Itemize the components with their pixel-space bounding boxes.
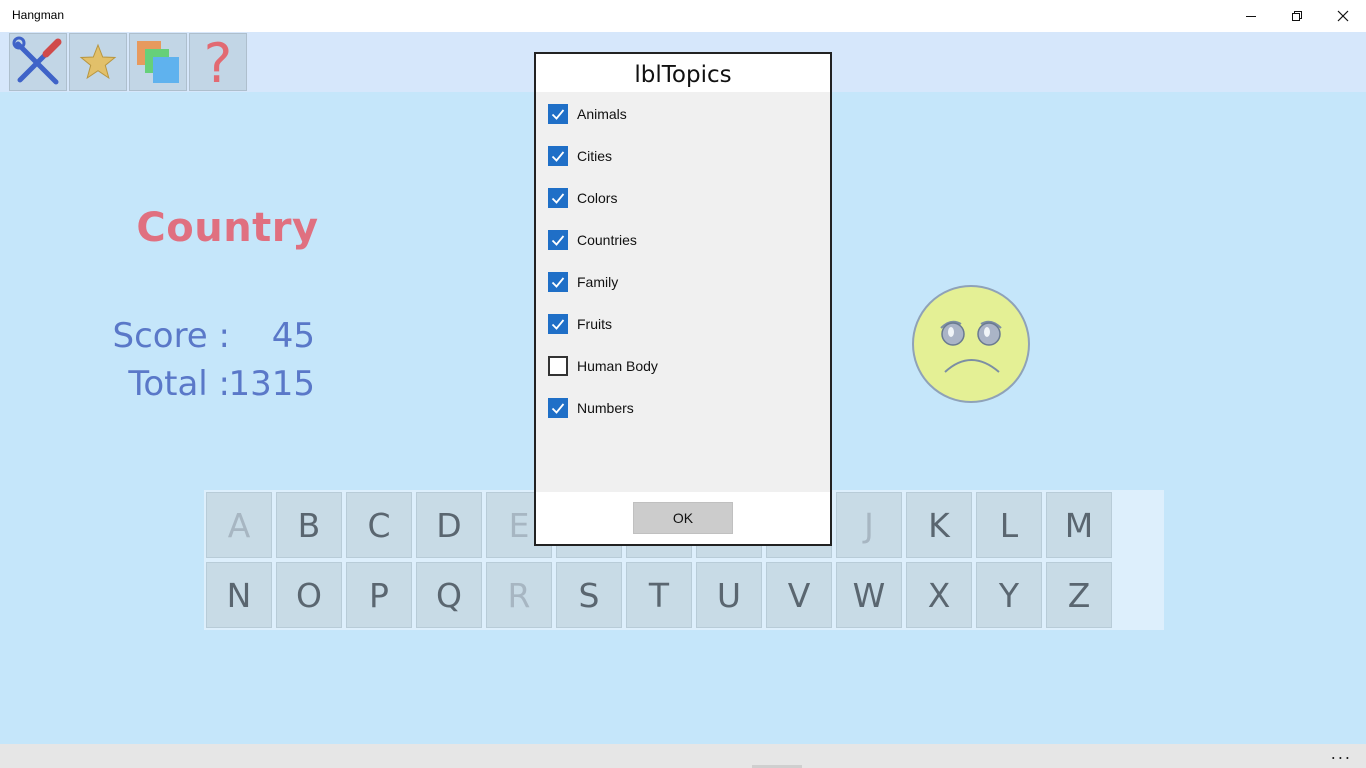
key-y[interactable]: Y	[976, 562, 1042, 628]
key-q[interactable]: Q	[416, 562, 482, 628]
minimize-button[interactable]	[1228, 0, 1274, 32]
app-bar: ...	[0, 744, 1366, 768]
key-w[interactable]: W	[836, 562, 902, 628]
topic-word: Country	[136, 205, 319, 251]
key-d[interactable]: D	[416, 492, 482, 558]
topic-checkbox-fruits[interactable]: Fruits	[548, 312, 612, 336]
total-label: Total :	[128, 364, 230, 404]
settings-tools-icon	[12, 36, 62, 85]
topics-squares-icon	[137, 41, 179, 83]
more-options-button[interactable]: ...	[1331, 744, 1352, 763]
key-z[interactable]: Z	[1046, 562, 1112, 628]
checkmark-icon[interactable]	[548, 104, 568, 124]
topics-dialog: lblTopics Animals Cities Colors Countries Fa…	[534, 52, 832, 546]
score-label: Score :	[112, 316, 231, 356]
ok-button[interactable]: OK	[633, 502, 733, 534]
key-l[interactable]: L	[976, 492, 1042, 558]
checkmark-icon[interactable]	[548, 230, 568, 250]
key-c[interactable]: C	[346, 492, 412, 558]
key-r[interactable]: R	[486, 562, 552, 628]
topics-list: Animals Cities Colors Countries Family Fruits…	[536, 92, 830, 492]
topics-button[interactable]	[129, 33, 187, 91]
close-button[interactable]	[1320, 0, 1366, 32]
topic-label: Numbers	[577, 400, 634, 416]
key-a[interactable]: A	[206, 492, 272, 558]
topic-label: Human Body	[577, 358, 658, 374]
window-title: Hangman	[12, 8, 65, 22]
svg-text:?: ?	[204, 34, 233, 90]
topic-label: Fruits	[577, 316, 612, 332]
topic-checkbox-family[interactable]: Family	[548, 270, 618, 294]
restore-icon	[1292, 11, 1302, 21]
topic-label: Family	[577, 274, 619, 290]
checkmark-icon[interactable]	[548, 272, 568, 292]
topic-checkbox-cities[interactable]: Cities	[548, 144, 612, 168]
key-p[interactable]: P	[346, 562, 412, 628]
hangman-face	[911, 284, 1031, 404]
sad-face-icon	[912, 285, 1030, 403]
key-m[interactable]: M	[1046, 492, 1112, 558]
minimize-icon	[1246, 16, 1256, 17]
key-b[interactable]: B	[276, 492, 342, 558]
dialog-title: lblTopics	[634, 62, 732, 88]
key-u[interactable]: U	[696, 562, 762, 628]
settings-button[interactable]	[9, 33, 67, 91]
topic-checkbox-numbers[interactable]: Numbers	[548, 396, 634, 420]
topic-checkbox-human-body[interactable]: Human Body	[548, 354, 658, 378]
restore-button[interactable]	[1274, 0, 1320, 32]
favorites-button[interactable]	[69, 33, 127, 91]
topic-checkbox-colors[interactable]: Colors	[548, 186, 617, 210]
key-v[interactable]: V	[766, 562, 832, 628]
key-t[interactable]: T	[626, 562, 692, 628]
topic-checkbox-animals[interactable]: Animals	[548, 102, 627, 126]
key-s[interactable]: S	[556, 562, 622, 628]
empty-checkbox-icon[interactable]	[548, 356, 568, 376]
topic-label: Colors	[577, 190, 618, 206]
key-j[interactable]: J	[836, 492, 902, 558]
topic-label: Countries	[577, 232, 637, 248]
close-icon	[1337, 10, 1349, 22]
topic-checkbox-countries[interactable]: Countries	[548, 228, 637, 252]
checkmark-icon[interactable]	[548, 398, 568, 418]
checkmark-icon[interactable]	[548, 188, 568, 208]
key-o[interactable]: O	[276, 562, 342, 628]
help-button[interactable]: ?	[189, 33, 247, 91]
key-k[interactable]: K	[906, 492, 972, 558]
title-bar: Hangman	[0, 0, 1366, 32]
key-n[interactable]: N	[206, 562, 272, 628]
topic-label: Animals	[577, 106, 627, 122]
checkmark-icon[interactable]	[548, 314, 568, 334]
score-value: 45	[271, 316, 315, 356]
key-x[interactable]: X	[906, 562, 972, 628]
total-value: 1315	[228, 364, 315, 404]
star-icon	[79, 43, 117, 80]
topic-label: Cities	[577, 148, 613, 164]
question-mark-icon: ?	[204, 34, 233, 90]
checkmark-icon[interactable]	[548, 146, 568, 166]
